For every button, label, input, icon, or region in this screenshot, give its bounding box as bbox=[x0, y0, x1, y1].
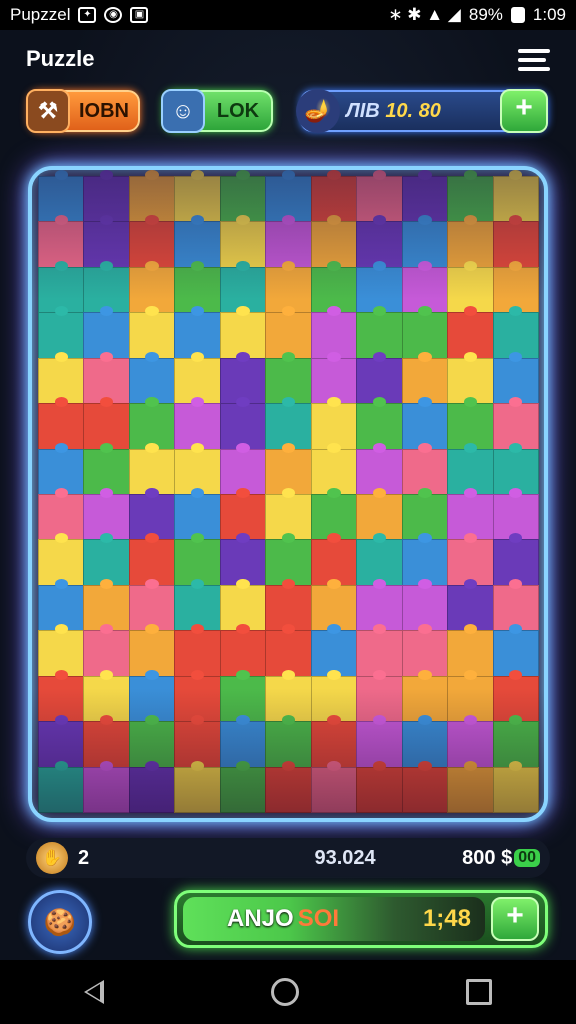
score-value: 93.024 bbox=[314, 846, 376, 869]
status-time: 1:09 bbox=[532, 5, 566, 24]
genie-lamp-icon: 🪔 bbox=[296, 89, 340, 133]
top-pill-middle-label: LOK bbox=[216, 99, 260, 122]
notification-icon: ✦ bbox=[78, 7, 97, 23]
add-button[interactable]: + bbox=[491, 897, 539, 941]
top-pill-right: 🪔 ЛІB 10. 80 + bbox=[296, 89, 548, 133]
puzzle-piece[interactable] bbox=[83, 766, 130, 813]
signal-icon: ∗ ✱ ▲ ◢ bbox=[388, 5, 461, 24]
action-progress: ANJO SOI 1;48 bbox=[183, 897, 485, 941]
recents-icon[interactable] bbox=[466, 979, 493, 1005]
puzzle-piece[interactable] bbox=[38, 766, 85, 813]
page-title: Puzzle bbox=[26, 46, 95, 71]
battery-percent: 89% bbox=[468, 5, 503, 24]
puzzle-piece[interactable] bbox=[219, 766, 267, 813]
status-app-name: Pupzzel bbox=[10, 5, 71, 24]
action-suffix: SOI bbox=[297, 905, 340, 932]
top-pill-right-label: ЛІB 10. 80 bbox=[340, 100, 500, 123]
puzzle-piece[interactable] bbox=[128, 766, 176, 813]
puzzle-piece[interactable] bbox=[174, 766, 221, 813]
android-nav-bar bbox=[0, 960, 576, 1024]
add-currency-button[interactable]: + bbox=[500, 89, 548, 133]
puzzle-piece[interactable] bbox=[310, 766, 358, 813]
top-pill-middle[interactable]: ☺ LOK bbox=[161, 89, 273, 133]
menu-icon[interactable] bbox=[518, 49, 550, 73]
action-label: ANJO bbox=[227, 905, 294, 932]
action-bar[interactable]: ANJO SOI 1;48 + bbox=[174, 890, 548, 948]
pieces-count: 2 bbox=[78, 846, 90, 869]
character-avatar-icon: ☺ bbox=[161, 89, 205, 133]
timer: 1;48 bbox=[422, 905, 471, 932]
status-bar: Pupzzel ✦ ◉ ▣ ∗ ✱ ▲ ◢ 89% 1:09 bbox=[0, 0, 576, 30]
image-icon: ▣ bbox=[130, 7, 149, 23]
puzzle-board[interactable] bbox=[28, 166, 548, 822]
top-pill-right-text: ЛІB bbox=[346, 99, 380, 122]
cash-badge: 00 bbox=[514, 849, 540, 867]
top-pill-left[interactable]: ⚒ IOBN bbox=[26, 89, 140, 133]
hint-icon: ✋ bbox=[36, 842, 68, 874]
puzzle-piece[interactable] bbox=[401, 766, 449, 813]
home-icon[interactable] bbox=[270, 978, 299, 1006]
puzzle-piece[interactable] bbox=[265, 766, 312, 813]
puzzle-piece[interactable] bbox=[447, 766, 494, 813]
back-icon[interactable] bbox=[83, 980, 104, 1004]
coins-value: 800 $ bbox=[462, 846, 513, 869]
puzzle-grid[interactable] bbox=[38, 176, 539, 813]
top-pill-right-value: 10. 80 bbox=[385, 99, 441, 122]
battery-icon bbox=[510, 7, 525, 23]
puzzle-piece[interactable] bbox=[356, 766, 403, 813]
cookie-icon[interactable]: 🍪 bbox=[28, 890, 92, 954]
treasure-icon: ⚒ bbox=[26, 89, 70, 133]
top-pill-left-label: IOBN bbox=[79, 99, 129, 122]
stats-bar: ✋ 2 93.024 800 $ 00 bbox=[26, 838, 550, 878]
puzzle-piece[interactable] bbox=[492, 766, 539, 813]
notification-icon: ◉ bbox=[104, 7, 123, 23]
